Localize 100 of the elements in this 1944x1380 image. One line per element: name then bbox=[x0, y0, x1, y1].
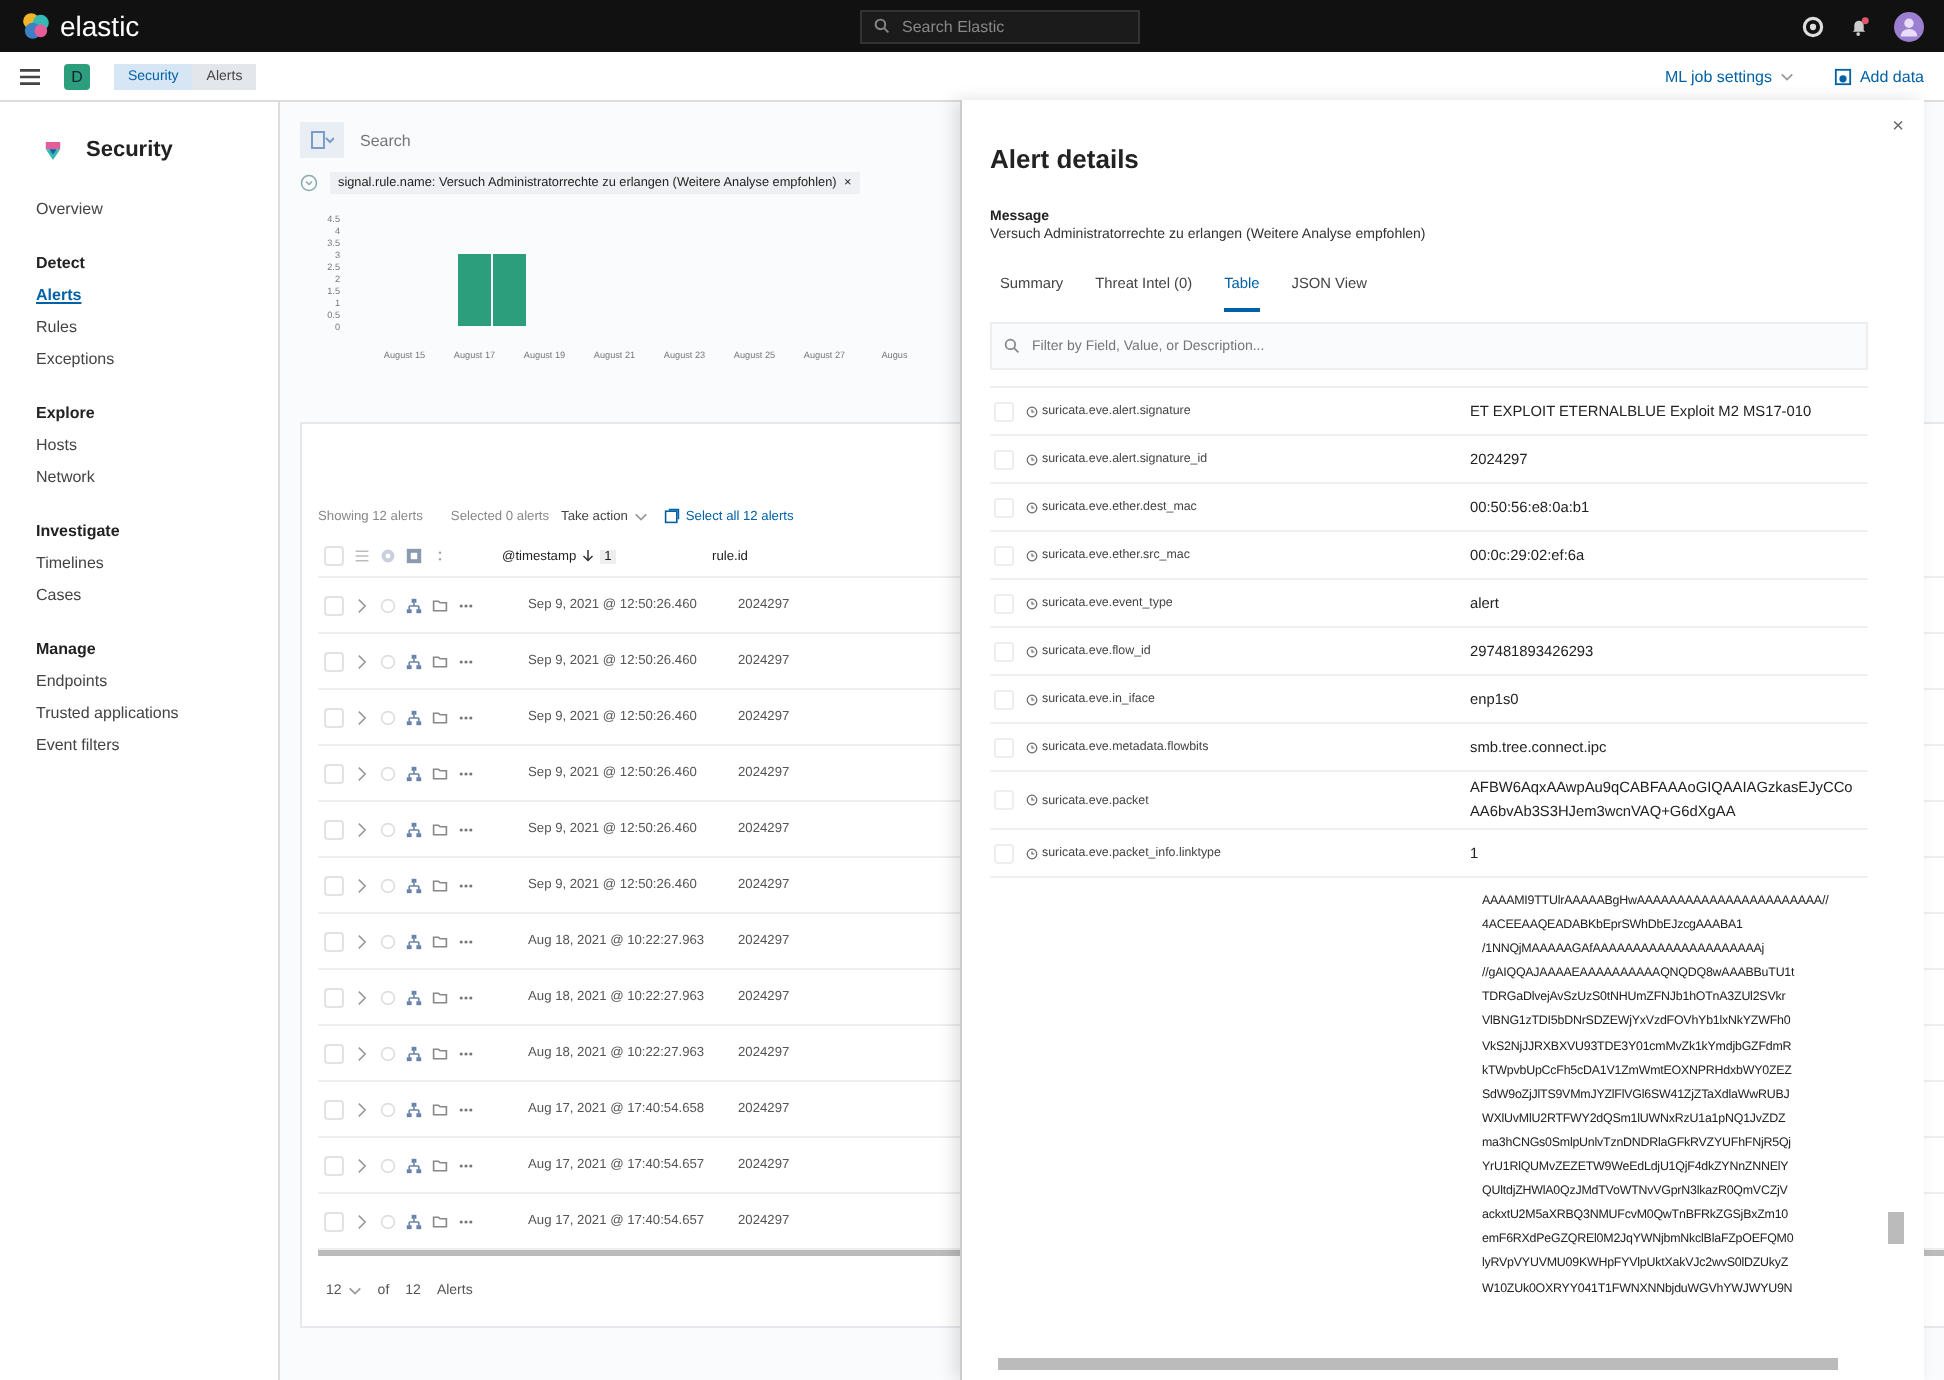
expand-chevron-icon[interactable] bbox=[354, 1213, 370, 1229]
sidebar-item[interactable]: Alerts bbox=[36, 280, 278, 312]
brand-name: elastic bbox=[60, 10, 140, 42]
folder-icon[interactable] bbox=[432, 821, 448, 837]
sidebar-item[interactable]: Network bbox=[36, 462, 278, 494]
process-tree-icon[interactable] bbox=[406, 709, 422, 725]
caret-icon bbox=[347, 1286, 362, 1296]
sidebar-item[interactable]: Cases bbox=[36, 580, 278, 612]
row-checkbox[interactable] bbox=[324, 707, 344, 727]
process-tree-icon[interactable] bbox=[406, 765, 422, 781]
sidebar-item[interactable]: Trusted applications bbox=[36, 698, 278, 730]
sidebar-item[interactable]: Exceptions bbox=[36, 344, 278, 376]
query-search-field[interactable]: Search bbox=[356, 129, 764, 151]
close-button[interactable]: × bbox=[1888, 112, 1908, 142]
folder-icon[interactable] bbox=[432, 597, 448, 613]
process-tree-icon[interactable] bbox=[406, 1213, 422, 1229]
expand-chevron-icon[interactable] bbox=[354, 1045, 370, 1061]
folder-icon[interactable] bbox=[432, 1157, 448, 1173]
select-all-checkbox[interactable] bbox=[324, 546, 344, 566]
folder-icon[interactable] bbox=[432, 877, 448, 893]
field-type-icon bbox=[1026, 597, 1038, 609]
fullscreen-icon[interactable] bbox=[406, 548, 422, 564]
expand-chevron-icon[interactable] bbox=[354, 989, 370, 1005]
histogram-bar bbox=[493, 254, 526, 326]
process-tree-icon[interactable] bbox=[406, 989, 422, 1005]
sidebar-group-title: Manage bbox=[36, 640, 98, 658]
menu-icon[interactable] bbox=[20, 67, 40, 85]
help-icon[interactable] bbox=[1802, 15, 1824, 37]
row-checkbox[interactable] bbox=[324, 763, 344, 783]
row-checkbox[interactable] bbox=[324, 651, 344, 671]
folder-icon[interactable] bbox=[432, 765, 448, 781]
security-logo-icon bbox=[44, 139, 62, 161]
expand-chevron-icon[interactable] bbox=[354, 765, 370, 781]
expand-chevron-icon[interactable] bbox=[354, 709, 370, 725]
process-tree-icon[interactable] bbox=[406, 653, 422, 669]
sidebar-title: Security bbox=[86, 138, 173, 162]
row-checkbox[interactable] bbox=[324, 1211, 344, 1231]
folder-icon[interactable] bbox=[432, 1045, 448, 1061]
search-icon bbox=[1004, 338, 1020, 354]
row-checkbox[interactable] bbox=[324, 931, 344, 951]
sidebar-item[interactable]: Rules bbox=[36, 312, 278, 344]
process-tree-icon[interactable] bbox=[406, 821, 422, 837]
space-avatar[interactable]: D bbox=[64, 63, 90, 89]
process-tree-icon[interactable] bbox=[406, 1101, 422, 1117]
filter-options-icon[interactable] bbox=[300, 173, 318, 191]
row-checkbox[interactable] bbox=[324, 987, 344, 1007]
caret-icon bbox=[1779, 71, 1794, 81]
sidebar-item[interactable]: Hosts bbox=[36, 430, 278, 462]
list-icon[interactable] bbox=[354, 548, 370, 564]
sidebar-item[interactable]: Event filters bbox=[36, 730, 278, 762]
caret-icon bbox=[633, 511, 648, 521]
field-type-icon bbox=[1026, 847, 1038, 859]
field-type-icon bbox=[1026, 645, 1038, 657]
folder-icon[interactable] bbox=[432, 709, 448, 725]
bell-icon[interactable] bbox=[1848, 15, 1870, 37]
sidebar-group-title: Investigate bbox=[36, 522, 122, 540]
expand-chevron-icon[interactable] bbox=[354, 877, 370, 893]
sidebar-group-title: Explore bbox=[36, 404, 97, 422]
flyout-title: Alert details bbox=[990, 144, 1141, 174]
folder-icon[interactable] bbox=[432, 1213, 448, 1229]
row-checkbox[interactable] bbox=[324, 1043, 344, 1063]
sidebar-group-title: Detect bbox=[36, 254, 87, 272]
row-checkbox[interactable] bbox=[324, 1155, 344, 1175]
process-tree-icon[interactable] bbox=[406, 1157, 422, 1173]
row-checkbox[interactable] bbox=[324, 875, 344, 895]
search-icon bbox=[874, 18, 890, 34]
sidebar-item[interactable]: Endpoints bbox=[36, 666, 278, 698]
ml-job-settings-link[interactable]: ML job settings bbox=[1664, 67, 1794, 85]
folder-icon[interactable] bbox=[432, 933, 448, 949]
expand-chevron-icon[interactable] bbox=[354, 1157, 370, 1173]
expand-chevron-icon[interactable] bbox=[354, 653, 370, 669]
field-type-icon bbox=[1026, 549, 1038, 561]
row-checkbox[interactable] bbox=[324, 1099, 344, 1119]
folder-icon[interactable] bbox=[432, 653, 448, 669]
copy-icon bbox=[663, 508, 680, 524]
sidebar-item[interactable]: Overview bbox=[36, 194, 278, 226]
row-checkbox[interactable] bbox=[324, 819, 344, 839]
saved-query-button[interactable] bbox=[300, 122, 344, 158]
process-tree-icon[interactable] bbox=[406, 877, 422, 893]
expand-chevron-icon[interactable] bbox=[354, 933, 370, 949]
expand-chevron-icon[interactable] bbox=[354, 1101, 370, 1117]
histogram-bar bbox=[458, 254, 491, 326]
row-checkbox[interactable] bbox=[324, 595, 344, 615]
add-data-icon bbox=[1833, 67, 1852, 85]
expand-chevron-icon[interactable] bbox=[354, 821, 370, 837]
process-tree-icon[interactable] bbox=[406, 597, 422, 613]
elastic-logo-icon[interactable] bbox=[20, 10, 52, 42]
add-data-link[interactable]: Add data bbox=[1833, 67, 1924, 85]
field-type-icon bbox=[1026, 453, 1038, 465]
field-type-icon bbox=[1026, 794, 1038, 806]
process-tree-icon[interactable] bbox=[406, 933, 422, 949]
sort-down-icon bbox=[582, 550, 595, 562]
folder-icon[interactable] bbox=[432, 1101, 448, 1117]
process-tree-icon[interactable] bbox=[406, 1045, 422, 1061]
global-search-field[interactable]: Search Elastic bbox=[860, 9, 1140, 43]
sidebar-item[interactable]: Timelines bbox=[36, 548, 278, 580]
user-avatar[interactable] bbox=[1894, 11, 1924, 41]
expand-chevron-icon[interactable] bbox=[354, 597, 370, 613]
folder-icon[interactable] bbox=[432, 989, 448, 1005]
field-type-icon bbox=[1026, 405, 1038, 417]
